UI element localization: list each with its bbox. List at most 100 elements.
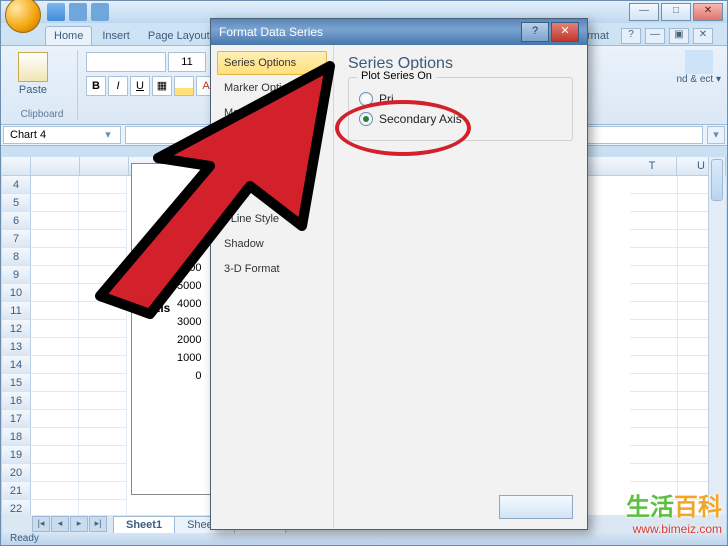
cell[interactable] [630,230,678,248]
cell[interactable] [79,338,127,356]
cell[interactable] [630,266,678,284]
cell[interactable] [630,302,678,320]
nav-line-color[interactable]: Color [217,182,327,206]
cell[interactable] [31,302,79,320]
inner-close-button[interactable]: ✕ [693,28,713,44]
row-header[interactable]: 16 [2,392,31,410]
col-header[interactable] [31,157,80,175]
cell[interactable] [31,392,79,410]
cell[interactable] [630,374,678,392]
cell[interactable] [79,176,127,194]
cell[interactable] [630,410,678,428]
cell[interactable] [79,302,127,320]
cell[interactable] [79,482,127,500]
cell[interactable] [31,410,79,428]
cell[interactable] [79,248,127,266]
inner-restore-button[interactable]: ▣ [669,28,689,44]
cell[interactable] [79,212,127,230]
cell[interactable] [79,410,127,428]
sheet-nav-first[interactable]: |◂ [32,516,50,532]
cell[interactable] [630,338,678,356]
cell[interactable] [79,392,127,410]
cell[interactable] [79,194,127,212]
cell[interactable] [630,482,678,500]
cell[interactable] [630,212,678,230]
save-icon[interactable] [47,3,65,21]
cell[interactable] [630,284,678,302]
row-header[interactable]: 10 [2,284,31,302]
radio-primary-axis[interactable]: Pri [359,92,562,106]
row-header[interactable]: 5 [2,194,31,212]
cell[interactable] [630,248,678,266]
close-button[interactable]: ✕ [693,3,723,21]
cell[interactable] [31,212,79,230]
row-header[interactable]: 20 [2,464,31,482]
cell[interactable] [79,284,127,302]
nav-shadow[interactable]: Shadow [217,232,327,256]
dialog-title-bar[interactable]: Format Data Series ? ✕ [211,19,587,45]
cell[interactable] [630,446,678,464]
underline-button[interactable]: U [130,76,150,96]
cell[interactable] [79,374,127,392]
row-header[interactable]: 13 [2,338,31,356]
cell[interactable] [79,230,127,248]
dialog-close-button[interactable]: ✕ [551,22,579,42]
nav-marker-fill[interactable]: Marker Fill [217,101,327,125]
undo-icon[interactable] [69,3,87,21]
nav-marker-options[interactable]: Marker Options [217,76,327,100]
sheet-tab[interactable]: Sheet1 [113,516,175,533]
find-select-button[interactable]: nd & ect ▾ [677,74,722,85]
tab-insert[interactable]: Insert [94,27,138,45]
row-header[interactable]: 21 [2,482,31,500]
sheet-nav-last[interactable]: ▸| [89,516,107,532]
cell[interactable] [31,320,79,338]
col-header[interactable]: T [628,157,677,175]
cell[interactable] [630,194,678,212]
cell[interactable] [31,248,79,266]
font-name-selector[interactable] [86,52,166,72]
tab-home[interactable]: Home [45,26,92,45]
scroll-thumb[interactable] [711,159,723,201]
sheet-nav-prev[interactable]: ◂ [51,516,69,532]
row-header[interactable]: 9 [2,266,31,284]
cell[interactable] [630,464,678,482]
row-header[interactable]: 18 [2,428,31,446]
help-button[interactable]: ? [621,28,641,44]
cell[interactable] [31,428,79,446]
bold-button[interactable]: B [86,76,106,96]
row-header[interactable]: 15 [2,374,31,392]
cell[interactable] [630,356,678,374]
cell[interactable] [31,284,79,302]
row-header[interactable]: 7 [2,230,31,248]
cell[interactable] [31,176,79,194]
italic-button[interactable]: I [108,76,128,96]
cell[interactable] [31,446,79,464]
cell[interactable] [79,446,127,464]
name-box[interactable]: Chart 4 ▾ [3,126,121,144]
row-header[interactable]: 8 [2,248,31,266]
row-header[interactable]: 12 [2,320,31,338]
cell[interactable] [630,428,678,446]
dialog-help-button[interactable]: ? [521,22,549,42]
nav-marker-line-style[interactable]: r Line Style [217,207,327,231]
paste-button[interactable]: Paste [15,52,51,96]
inner-minimize-button[interactable]: — [645,28,665,44]
cell[interactable] [630,320,678,338]
cell[interactable] [630,392,678,410]
cell[interactable] [31,356,79,374]
row-header[interactable]: 6 [2,212,31,230]
cell[interactable] [31,266,79,284]
nav-series-options[interactable]: Series Options [217,51,327,75]
cell[interactable] [31,194,79,212]
cell[interactable] [630,176,678,194]
select-all-corner[interactable] [2,157,31,175]
cell[interactable] [79,356,127,374]
cell[interactable] [79,266,127,284]
redo-icon[interactable] [91,3,109,21]
expand-formula-bar[interactable]: ▾ [707,126,725,144]
tab-page-layout[interactable]: Page Layout [140,27,218,45]
row-header[interactable]: 4 [2,176,31,194]
cell[interactable] [31,230,79,248]
row-header[interactable]: 17 [2,410,31,428]
cell[interactable] [79,320,127,338]
